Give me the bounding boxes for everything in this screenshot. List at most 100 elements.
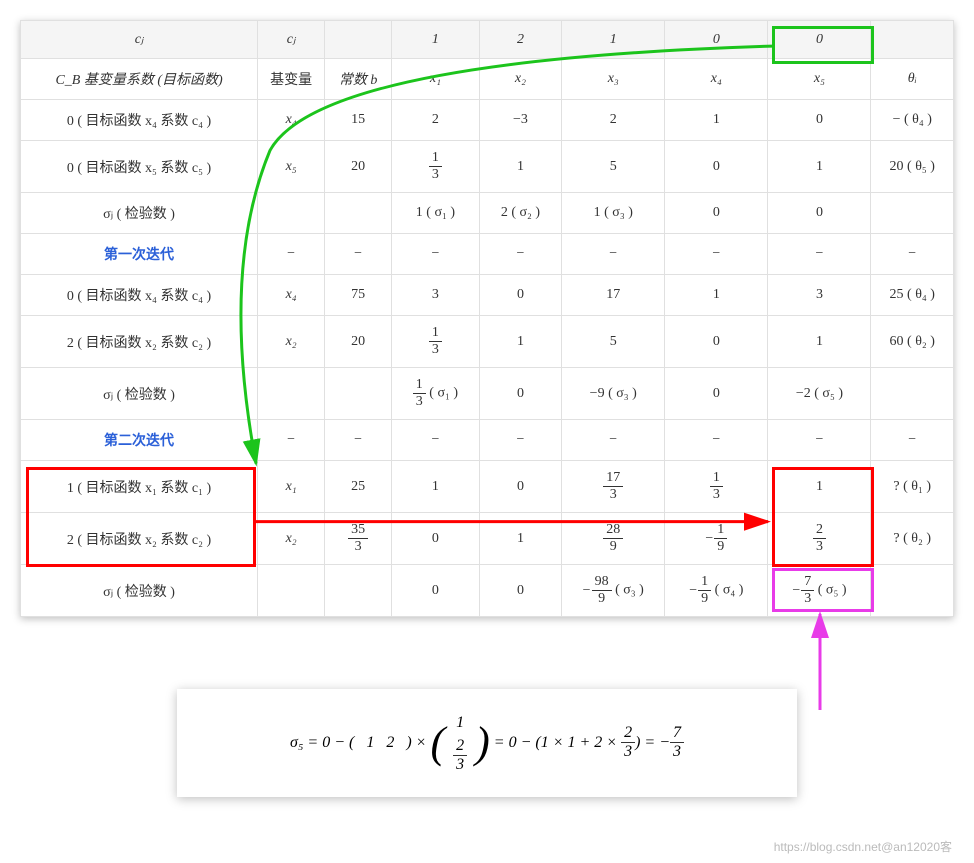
- subhead-x4: x₄: [665, 59, 768, 100]
- cell: −19 ( σ₄ ): [665, 565, 768, 617]
- subhead-x2: x₂: [479, 59, 561, 100]
- row-label: 1 ( 目标函数 x₁ 系数 c₁ ): [21, 461, 258, 513]
- cell: [871, 565, 954, 617]
- sigma-row: σⱼ ( 检验数 ) 13 ( σ₁ ) 0 −9 ( σ₃ ) 0 −2 ( …: [21, 368, 954, 420]
- cell: 5: [562, 316, 665, 368]
- cell: 1 ( σ₁ ): [392, 193, 480, 234]
- cell: −: [768, 234, 871, 275]
- cell: 1: [768, 141, 871, 193]
- row-label: σⱼ ( 检验数 ): [21, 565, 258, 617]
- header-empty2: [871, 21, 954, 59]
- row-label: σⱼ ( 检验数 ): [21, 193, 258, 234]
- row-label: 0 ( 目标函数 x₄ 系数 c₄ ): [21, 275, 258, 316]
- cell: 0: [768, 100, 871, 141]
- cell: 1: [768, 461, 871, 513]
- row-label: 0 ( 目标函数 x₅ 系数 c₅ ): [21, 141, 258, 193]
- cell: −: [479, 234, 561, 275]
- row-bv: x₅: [258, 141, 325, 193]
- table-row: 2 ( 目标函数 x₂ 系数 c₂ ) x₂ 20 13 1 5 0 1 60 …: [21, 316, 954, 368]
- cell: 20: [325, 316, 392, 368]
- subhead-x1: x₁: [392, 59, 480, 100]
- subhead-x5: x₅: [768, 59, 871, 100]
- cell: 1: [392, 461, 480, 513]
- table-row: 0 ( 目标函数 x₄ 系数 c₄ ) x₄ 75 3 0 17 1 3 25 …: [21, 275, 954, 316]
- cell: 2: [392, 100, 480, 141]
- cell: −: [258, 420, 325, 461]
- cell: 60 ( θ₂ ): [871, 316, 954, 368]
- cell: 0: [665, 141, 768, 193]
- row-bv: x₄: [258, 275, 325, 316]
- cell: 20: [325, 141, 392, 193]
- cell: 13: [665, 461, 768, 513]
- cell: −: [392, 420, 480, 461]
- cell: [258, 565, 325, 617]
- cell: 353: [325, 513, 392, 565]
- cell: −: [871, 234, 954, 275]
- iteration-label: 第一次迭代: [21, 234, 258, 275]
- cell: −: [768, 420, 871, 461]
- subhead-b: 常数 b: [325, 59, 392, 100]
- header-coef-5: 0: [768, 21, 871, 59]
- cell: −9 ( σ₃ ): [562, 368, 665, 420]
- cell: − ( θ₄ ): [871, 100, 954, 141]
- table-row: 0 ( 目标函数 x₄ 系数 c₄ ) x₄ 15 2 −3 2 1 0 − (…: [21, 100, 954, 141]
- cell: −: [325, 234, 392, 275]
- table-row: 0 ( 目标函数 x₅ 系数 c₅ ) x₅ 20 13 1 5 0 1 20 …: [21, 141, 954, 193]
- cell: −: [258, 234, 325, 275]
- subhead-basevar: 基变量: [258, 59, 325, 100]
- header-cj: cⱼ: [21, 21, 258, 59]
- subhead-theta: θᵢ: [871, 59, 954, 100]
- cell: 0: [479, 565, 561, 617]
- cell: [258, 368, 325, 420]
- watermark-text: https://blog.csdn.net@an12020客: [774, 838, 952, 855]
- cell: 3: [768, 275, 871, 316]
- cell: 1: [479, 513, 561, 565]
- cell: [258, 193, 325, 234]
- row-label: 0 ( 目标函数 x₄ 系数 c₄ ): [21, 100, 258, 141]
- cell: [325, 368, 392, 420]
- subhead-cb: C_B 基变量系数 (目标函数): [21, 59, 258, 100]
- cell: 1: [665, 100, 768, 141]
- cell: 0: [665, 368, 768, 420]
- formula-text: σ₅ = 0 − ( 1 2 ) × ( 1 23 ) = 0 − (1 × 1…: [290, 734, 684, 751]
- row-label: 2 ( 目标函数 x₂ 系数 c₂ ): [21, 513, 258, 565]
- cell: 13: [392, 316, 480, 368]
- header-row-cj: cⱼ cⱼ 1 2 1 0 0: [21, 21, 954, 59]
- row-bv: x₂: [258, 513, 325, 565]
- cell: 1: [768, 316, 871, 368]
- header-coef-3: 1: [562, 21, 665, 59]
- cell: −3: [479, 100, 561, 141]
- cell: ? ( θ₂ ): [871, 513, 954, 565]
- cell: 1: [665, 275, 768, 316]
- cell: 25: [325, 461, 392, 513]
- cell: −19: [665, 513, 768, 565]
- iteration-divider-2: 第二次迭代 − − − − − − − −: [21, 420, 954, 461]
- cell: 0: [479, 461, 561, 513]
- cell: 20 ( θ₅ ): [871, 141, 954, 193]
- simplex-table: cⱼ cⱼ 1 2 1 0 0 C_B 基变量系数 (目标函数) 基变量 常数 …: [20, 20, 954, 617]
- cell: 3: [392, 275, 480, 316]
- formula-card: σ₅ = 0 − ( 1 2 ) × ( 1 23 ) = 0 − (1 × 1…: [177, 689, 797, 797]
- header-cj2: cⱼ: [258, 21, 325, 59]
- cell: 1: [479, 141, 561, 193]
- cell: 23: [768, 513, 871, 565]
- cell: [325, 565, 392, 617]
- subheader-row: C_B 基变量系数 (目标函数) 基变量 常数 b x₁ x₂ x₃ x₄ x₅…: [21, 59, 954, 100]
- sigma-row: σⱼ ( 检验数 ) 1 ( σ₁ ) 2 ( σ₂ ) 1 ( σ₃ ) 0 …: [21, 193, 954, 234]
- cell: [871, 193, 954, 234]
- cell: 0: [665, 193, 768, 234]
- cell: −: [392, 234, 480, 275]
- cell: −: [479, 420, 561, 461]
- row-label: σⱼ ( 检验数 ): [21, 368, 258, 420]
- cell: −2 ( σ₅ ): [768, 368, 871, 420]
- cell: 0: [768, 193, 871, 234]
- row-label: 2 ( 目标函数 x₂ 系数 c₂ ): [21, 316, 258, 368]
- cell: 5: [562, 141, 665, 193]
- header-coef-1: 1: [392, 21, 480, 59]
- header-coef-2: 2: [479, 21, 561, 59]
- cell: −: [871, 420, 954, 461]
- cell: −: [665, 234, 768, 275]
- cell: 13: [392, 141, 480, 193]
- subhead-x3: x₃: [562, 59, 665, 100]
- row-bv: x₂: [258, 316, 325, 368]
